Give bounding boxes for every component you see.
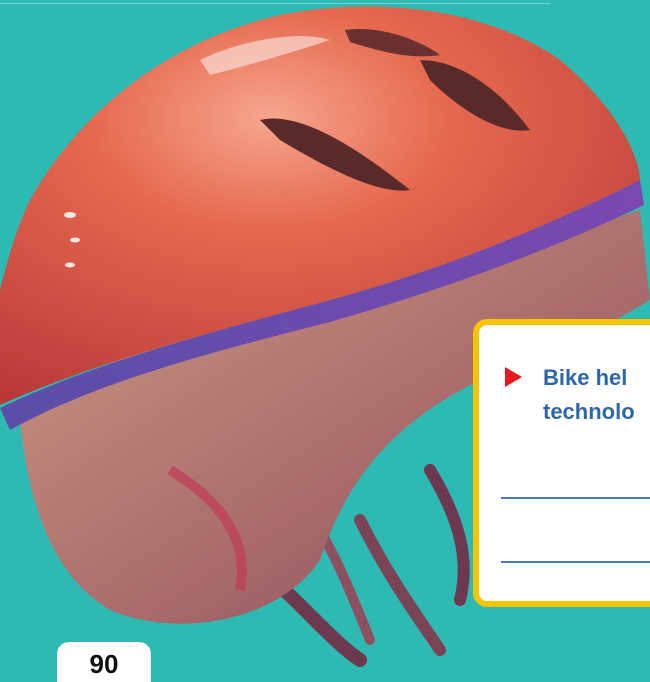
question-line: technolo bbox=[543, 399, 635, 424]
answer-line[interactable] bbox=[501, 561, 650, 563]
red-triangle-arrow-icon bbox=[505, 367, 522, 387]
question-card: Bike hel technolo bbox=[473, 319, 650, 607]
page-number: 90 bbox=[89, 649, 119, 679]
page-number-tab: 90 bbox=[57, 642, 151, 682]
answer-line[interactable] bbox=[501, 497, 650, 499]
question-line: Bike hel bbox=[543, 365, 628, 390]
